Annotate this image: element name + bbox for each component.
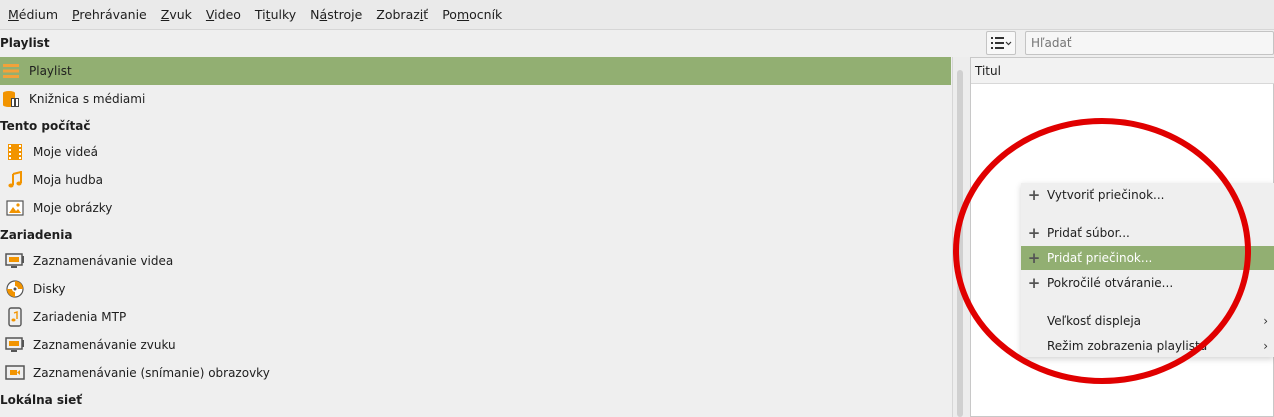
sidebar-item-label: Zaznamenávanie (snímanie) obrazovky bbox=[33, 366, 270, 380]
column-title-label: Titul bbox=[975, 63, 1001, 78]
menu-tools[interactable]: Nástroje bbox=[310, 7, 362, 22]
plus-icon: + bbox=[1027, 249, 1041, 267]
list-view-icon bbox=[991, 37, 1012, 49]
menu-item-label: Veľkosť displeja bbox=[1047, 314, 1142, 328]
sidebar-title: Playlist bbox=[0, 36, 50, 50]
section-title-local-network: Lokálna sieť bbox=[0, 393, 83, 407]
menu-item-playlist-view-mode[interactable]: Režim zobrazenia playlistu › bbox=[1021, 334, 1274, 358]
menu-help[interactable]: Pomocník bbox=[442, 7, 502, 22]
menu-bar: Médium Prehrávanie Zvuk Video Titulky Ná… bbox=[0, 0, 1274, 30]
plus-icon: + bbox=[1027, 186, 1041, 204]
section-title-devices: Zariadenia bbox=[0, 228, 73, 242]
sidebar-item-playlist[interactable]: Playlist bbox=[0, 57, 951, 85]
menu-item-label: Pridať súbor... bbox=[1047, 226, 1130, 240]
plus-icon: + bbox=[1027, 224, 1041, 242]
screen-capture-icon bbox=[5, 363, 25, 383]
menu-item-add-folder[interactable]: + Pridať priečinok... bbox=[1021, 246, 1274, 270]
menu-item-label: Pokročilé otváranie... bbox=[1047, 276, 1174, 290]
menu-item-add-file[interactable]: + Pridať súbor... bbox=[1021, 221, 1274, 245]
sidebar: Playlist Playlist Knižnica s médiami Ten… bbox=[0, 30, 952, 417]
sidebar-item-my-music[interactable]: Moja hudba bbox=[0, 166, 951, 194]
sidebar-item-label: Zaznamenávanie videa bbox=[33, 254, 174, 268]
music-note-icon bbox=[5, 170, 25, 190]
menu-medium[interactable]: Médium bbox=[8, 7, 58, 22]
chevron-right-icon: › bbox=[1263, 339, 1268, 353]
sidebar-item-label: Moja hudba bbox=[33, 173, 103, 187]
playlist-icon bbox=[1, 61, 21, 81]
plus-icon: + bbox=[1027, 274, 1041, 292]
menu-video[interactable]: Video bbox=[206, 7, 241, 22]
disc-icon bbox=[5, 279, 25, 299]
sidebar-item-media-library[interactable]: Knižnica s médiami bbox=[0, 85, 951, 113]
sidebar-item-my-pictures[interactable]: Moje obrázky bbox=[0, 194, 951, 222]
sidebar-item-label: Disky bbox=[33, 282, 66, 296]
media-library-icon bbox=[1, 89, 21, 109]
section-title-this-computer: Tento počítač bbox=[0, 119, 91, 133]
view-mode-button[interactable] bbox=[986, 31, 1016, 55]
chevron-right-icon: › bbox=[1263, 314, 1268, 328]
menu-item-advanced-open[interactable]: + Pokročilé otváranie... bbox=[1021, 271, 1274, 295]
sidebar-item-mtp-devices[interactable]: Zariadenia MTP bbox=[0, 303, 951, 331]
sidebar-item-label: Zaznamenávanie zvuku bbox=[33, 338, 176, 352]
capture-device-icon bbox=[5, 335, 25, 355]
search-input[interactable] bbox=[1025, 31, 1274, 55]
menu-item-label: Vytvoriť priečinok... bbox=[1047, 188, 1165, 202]
menu-item-display-size[interactable]: Veľkosť displeja › bbox=[1021, 309, 1274, 333]
menu-audio[interactable]: Zvuk bbox=[161, 7, 192, 22]
picture-icon bbox=[5, 198, 25, 218]
sidebar-item-label: Moje videá bbox=[33, 145, 99, 159]
sidebar-item-label: Zariadenia MTP bbox=[33, 310, 127, 324]
menu-item-create-folder[interactable]: + Vytvoriť priečinok... bbox=[1021, 183, 1274, 207]
sidebar-item-label: Playlist bbox=[29, 64, 72, 78]
context-menu: + Vytvoriť priečinok... + Pridať súbor..… bbox=[1021, 183, 1274, 357]
sidebar-item-label: Moje obrázky bbox=[33, 201, 113, 215]
column-header-title[interactable]: Titul bbox=[971, 58, 1274, 84]
menu-item-label: Pridať priečinok... bbox=[1047, 251, 1153, 265]
scrollbar-thumb[interactable] bbox=[957, 70, 963, 417]
menu-item-label: Režim zobrazenia playlistu bbox=[1047, 339, 1208, 353]
menu-playback[interactable]: Prehrávanie bbox=[72, 7, 147, 22]
sidebar-item-screen-capture[interactable]: Zaznamenávanie (snímanie) obrazovky bbox=[0, 359, 951, 387]
capture-device-icon bbox=[5, 251, 25, 271]
sidebar-item-my-videos[interactable]: Moje videá bbox=[0, 138, 951, 166]
menu-subtitles[interactable]: Titulky bbox=[255, 7, 296, 22]
menu-view[interactable]: Zobraziť bbox=[376, 7, 428, 22]
sidebar-item-video-capture[interactable]: Zaznamenávanie videa bbox=[0, 247, 951, 275]
mtp-device-icon bbox=[5, 307, 25, 327]
sidebar-item-discs[interactable]: Disky bbox=[0, 275, 951, 303]
sidebar-item-label: Knižnica s médiami bbox=[29, 92, 146, 106]
film-icon bbox=[5, 142, 25, 162]
sidebar-item-audio-capture[interactable]: Zaznamenávanie zvuku bbox=[0, 331, 951, 359]
